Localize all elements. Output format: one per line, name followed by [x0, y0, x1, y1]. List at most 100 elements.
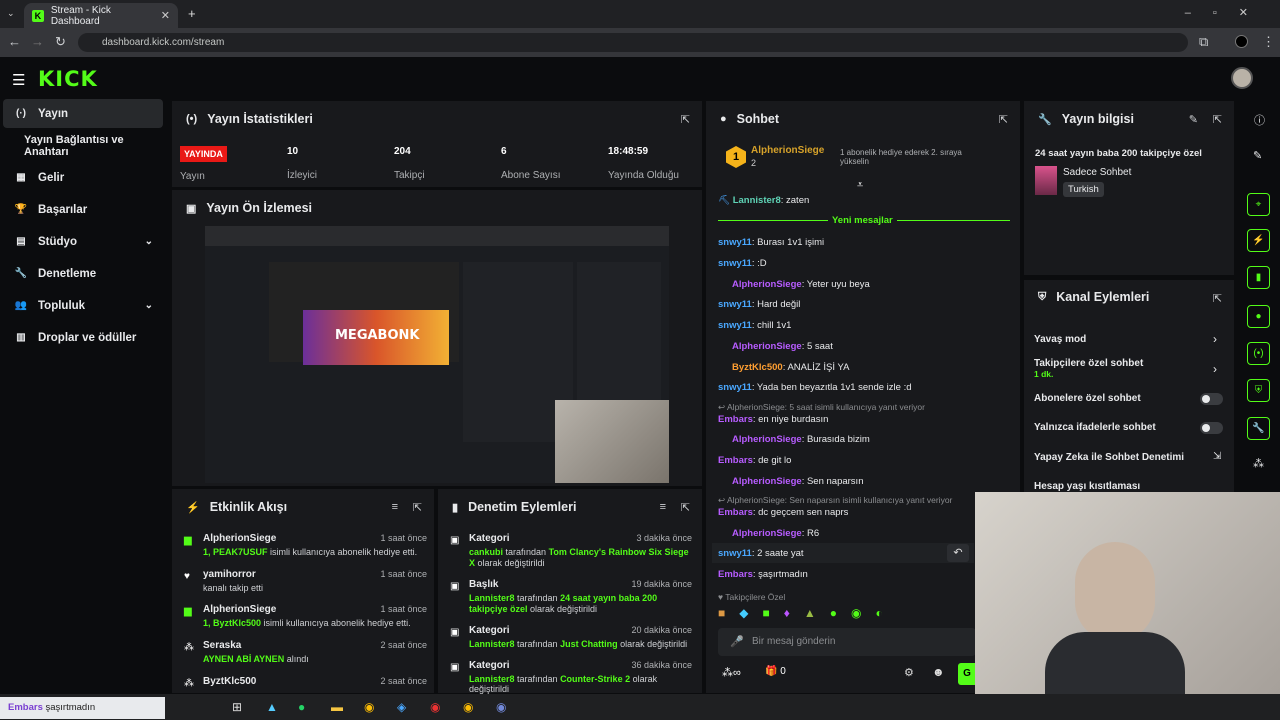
sidebar-item-stream-key[interactable]: Yayın Bağlantısı ve Anahtarı	[3, 131, 163, 160]
reload-icon[interactable]: ↻	[55, 34, 66, 50]
browser-tab[interactable]: K Stream - Kick Dashboard ✕	[24, 3, 178, 28]
hamburger-menu-icon[interactable]: ☰	[12, 71, 25, 89]
chat-user[interactable]: Lannister8	[733, 195, 781, 206]
chat-user[interactable]: AlpherionSiege	[732, 434, 802, 445]
task-view-icon[interactable]: ⊞	[232, 700, 242, 714]
emote-icon[interactable]: ●	[830, 606, 837, 623]
popout-icon[interactable]: ⇱	[681, 113, 690, 126]
popout-icon[interactable]: ⇱	[413, 501, 422, 514]
chat-user[interactable]: AlpherionSiege	[732, 476, 802, 487]
mod-user[interactable]: cankubi	[469, 547, 503, 557]
emote-icon[interactable]: ◉	[851, 606, 861, 623]
wrench-tool-icon[interactable]: 🔧	[1247, 417, 1270, 440]
gift-counter[interactable]: 🎁 0	[765, 666, 786, 677]
action-followers-only[interactable]: Takipçilere özel sohbet 1 dk.	[1034, 358, 1143, 379]
chat-input[interactable]: 🎤 Bir mesaj gönderin	[718, 628, 976, 656]
taskbar-notification[interactable]: Embars şaşırtmadın	[0, 697, 165, 719]
edit-pencil-icon[interactable]: ✎	[1189, 113, 1198, 126]
back-icon[interactable]: ←	[8, 34, 21, 49]
popout-icon[interactable]: ⇱	[681, 501, 690, 514]
sidebar-item-droplar[interactable]: ▥ Droplar ve ödüller	[3, 323, 163, 352]
emote-icon[interactable]: ◐	[875, 606, 882, 623]
chat-user[interactable]: AlpherionSiege	[732, 528, 802, 539]
menu-dots-icon[interactable]: ⋮	[1262, 34, 1275, 50]
profile-icon[interactable]	[1235, 35, 1248, 48]
chat-user[interactable]: Embars	[718, 507, 753, 518]
feed-user[interactable]: AlpherionSiege	[203, 604, 276, 615]
action-slow-mode[interactable]: Yavaş mod	[1034, 334, 1086, 345]
emote-icon[interactable]: ▲	[804, 606, 816, 623]
sidebar-item-studyo[interactable]: ▤ Stüdyo ⌄	[3, 227, 163, 256]
chat-user[interactable]: snwy11	[718, 299, 752, 310]
microphone-icon[interactable]: 🎤	[730, 635, 744, 648]
sidebar-item-denetleme[interactable]: 🔧 Denetleme	[3, 259, 163, 288]
send-button[interactable]: G	[958, 663, 976, 685]
document-tool-icon[interactable]: ▮	[1247, 266, 1270, 289]
sidebar-item-basarilar[interactable]: 🏆 Başarılar	[3, 195, 163, 224]
mod-user[interactable]: Lannister8	[469, 639, 515, 649]
shield-tool-icon[interactable]: ⛨	[1247, 379, 1270, 402]
popout-icon[interactable]: ⇱	[1213, 113, 1222, 126]
discord-icon[interactable]: ◉	[496, 700, 506, 714]
action-ai-moderation[interactable]: Yapay Zeka ile Sohbet Denetimi	[1034, 452, 1184, 463]
feed-user[interactable]: AlpherionSiege	[203, 533, 276, 544]
chat-user[interactable]: AlpherionSiege	[732, 341, 802, 352]
clip-tool-icon[interactable]: ⌖	[1247, 193, 1270, 216]
pinned-user[interactable]: AlpherionSiege	[751, 145, 824, 156]
kick-logo[interactable]: KICK	[38, 67, 98, 91]
chat-user[interactable]: snwy11	[718, 258, 752, 269]
points-icon[interactable]: ⁂∞	[722, 666, 741, 679]
lightning-tool-icon[interactable]: ⚡	[1247, 229, 1270, 252]
new-tab-button[interactable]: +	[188, 6, 196, 21]
stream-preview-video[interactable]: MEGABONK	[205, 226, 669, 483]
emote-icon[interactable]: ■	[718, 606, 725, 623]
chevron-right-icon[interactable]: ›	[1213, 332, 1217, 346]
chat-user[interactable]: Embars	[718, 414, 753, 425]
broadcast-tool-icon[interactable]: (•)	[1247, 342, 1270, 365]
tab-close-icon[interactable]: ✕	[161, 9, 170, 22]
chevron-right-icon[interactable]: ›	[1213, 362, 1217, 376]
subs-only-toggle[interactable]	[1200, 393, 1223, 405]
chat-user[interactable]: snwy11	[718, 548, 752, 559]
user-avatar[interactable]	[1231, 67, 1253, 89]
sidebar-item-yayin[interactable]: (·) Yayın	[3, 99, 163, 128]
filter-icon[interactable]: ≡	[392, 501, 398, 513]
whatsapp-icon[interactable]: ●	[298, 700, 305, 714]
app-icon[interactable]: ▲	[266, 700, 278, 714]
emote-only-toggle[interactable]	[1200, 422, 1223, 434]
chrome-active-icon[interactable]: ◉	[463, 700, 473, 714]
mod-user[interactable]: Lannister8	[469, 674, 515, 684]
obs-icon[interactable]: ◉	[430, 700, 440, 714]
pencil-icon[interactable]: ✎	[1253, 149, 1262, 162]
filter-icon[interactable]: ≡	[660, 501, 666, 513]
collapse-icon[interactable]: ⩡	[857, 179, 863, 192]
folder-icon[interactable]: ▬	[331, 700, 343, 714]
window-controls[interactable]: –▫✕	[1185, 6, 1270, 19]
emote-icon[interactable]: ♦	[784, 606, 790, 623]
users-icon[interactable]: ⁂	[1253, 457, 1264, 470]
chat-user[interactable]: Embars	[718, 569, 753, 580]
tab-search-icon[interactable]: ⌄	[7, 8, 15, 19]
chat-user[interactable]: snwy11	[718, 320, 752, 331]
reply-button[interactable]: ↶	[947, 544, 969, 562]
popout-icon[interactable]: ⇱	[999, 113, 1008, 126]
chat-user[interactable]: Embars	[718, 455, 753, 466]
url-field[interactable]: dashboard.kick.com/stream	[78, 33, 1188, 52]
feed-user[interactable]: Seraska	[203, 640, 241, 651]
chat-user[interactable]: ByztKlc500	[732, 362, 783, 373]
feed-user[interactable]: yamihorror	[203, 569, 256, 580]
chrome-icon[interactable]: ◉	[364, 700, 374, 714]
external-link-icon[interactable]: ⇲	[1213, 451, 1221, 462]
sidebar-item-topluluk[interactable]: 👥 Topluluk ⌄	[3, 291, 163, 320]
chat-user[interactable]: snwy11	[718, 237, 752, 248]
chat-user[interactable]: AlpherionSiege	[732, 279, 802, 290]
emote-icon[interactable]: ■	[762, 606, 769, 623]
info-icon[interactable]: ⓘ	[1254, 112, 1265, 128]
chat-tool-icon[interactable]: ●	[1247, 305, 1270, 328]
category-name[interactable]: Sadece Sohbet	[1063, 167, 1131, 178]
app-icon[interactable]: ◈	[397, 700, 406, 714]
bot-icon[interactable]: ☻	[932, 665, 945, 679]
popout-icon[interactable]: ⇱	[1213, 292, 1222, 305]
sidebar-item-gelir[interactable]: ▦ Gelir	[3, 163, 163, 192]
settings-gear-icon[interactable]: ⚙	[904, 666, 914, 679]
